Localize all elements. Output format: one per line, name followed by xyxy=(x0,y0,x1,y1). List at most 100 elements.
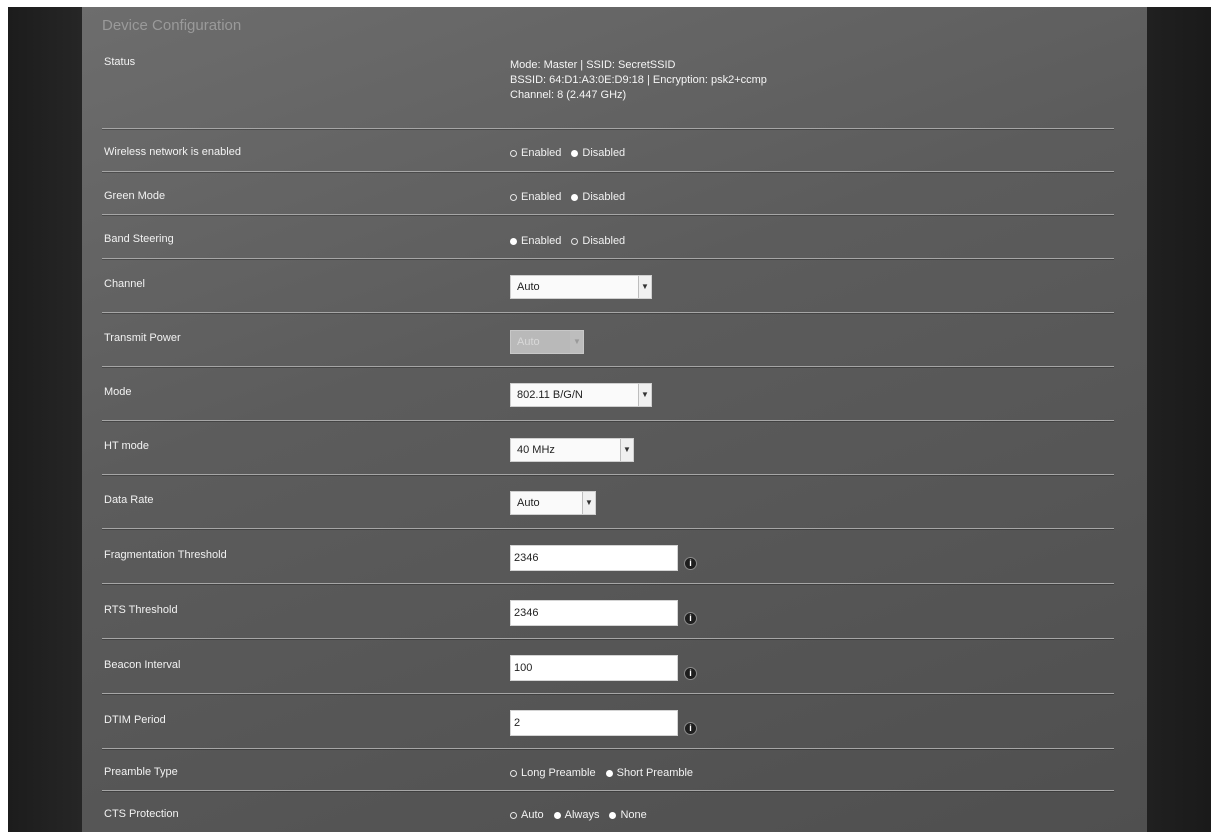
short-preamble-option[interactable]: Short Preamble xyxy=(605,767,694,779)
ht-mode-label: HT mode xyxy=(104,440,150,452)
beacon-interval-input[interactable]: 100 xyxy=(510,655,678,681)
status-row: Status Mode: Master | SSID: SecretSSID B… xyxy=(102,52,1114,129)
option-label: Long Preamble xyxy=(521,767,596,779)
info-icon[interactable]: i xyxy=(684,557,697,570)
wireless-enabled-row: Wireless network is enabled Enabled Disa… xyxy=(102,129,1114,172)
status-line-mode: Mode: Master | SSID: SecretSSID xyxy=(510,59,676,71)
data-rate-select[interactable]: Auto ▼ xyxy=(510,491,596,515)
right-margin xyxy=(1147,7,1211,832)
green-mode-label: Green Mode xyxy=(104,190,166,202)
cts-auto-option[interactable]: Auto xyxy=(510,809,544,821)
green-mode-enabled-option[interactable]: Enabled xyxy=(510,191,561,203)
long-preamble-option[interactable]: Long Preamble xyxy=(510,767,596,779)
channel-select[interactable]: Auto ▼ xyxy=(510,275,652,299)
mode-row: Mode 802.11 B/G/N ▼ xyxy=(102,367,1114,421)
mode-select-wrap: 802.11 B/G/N ▼ xyxy=(510,383,652,407)
mode-select-value: 802.11 B/G/N xyxy=(517,389,583,401)
green-mode-radio-group: Enabled Disabled xyxy=(510,191,625,203)
cts-none-option[interactable]: None xyxy=(609,809,647,821)
rts-threshold-label: RTS Threshold xyxy=(104,604,178,616)
chevron-down-icon[interactable]: ▼ xyxy=(638,384,651,406)
fragmentation-threshold-row: Fragmentation Threshold 2346 i xyxy=(102,529,1114,584)
band-steering-disabled-option[interactable]: Disabled xyxy=(571,235,625,247)
status-line-bssid: BSSID: 64:D1:A3:0E:D9:18 | Encryption: p… xyxy=(510,74,767,86)
rts-threshold-input[interactable]: 2346 xyxy=(510,600,678,626)
radio-unchecked[interactable] xyxy=(510,149,517,157)
device-configuration-panel: Device Configuration Status Mode: Master… xyxy=(82,7,1147,832)
green-mode-row: Green Mode Enabled Disabled xyxy=(102,172,1114,215)
ht-mode-select[interactable]: 40 MHz ▼ xyxy=(510,438,634,462)
data-rate-row: Data Rate Auto ▼ xyxy=(102,475,1114,529)
transmit-power-label: Transmit Power xyxy=(104,332,181,344)
chevron-down-icon[interactable]: ▼ xyxy=(582,492,595,514)
wireless-enabled-radio-group: Enabled Disabled xyxy=(510,147,625,159)
data-rate-label: Data Rate xyxy=(104,494,154,506)
wireless-disabled-option[interactable]: Disabled xyxy=(571,147,625,159)
radio-checked[interactable] xyxy=(571,149,579,157)
beacon-interval-label: Beacon Interval xyxy=(104,659,181,671)
option-label: Disabled xyxy=(582,147,626,159)
beacon-interval-input-wrap: 100 i xyxy=(510,655,697,681)
fragmentation-threshold-input[interactable]: 2346 xyxy=(510,545,678,571)
option-label: Auto xyxy=(521,809,544,821)
cts-protection-radio-group: Auto Always None xyxy=(510,809,647,821)
band-steering-label: Band Steering xyxy=(104,233,174,245)
left-margin xyxy=(8,7,82,832)
mode-label: Mode xyxy=(104,386,132,398)
data-rate-select-value: Auto xyxy=(517,497,540,509)
green-mode-disabled-option[interactable]: Disabled xyxy=(571,191,625,203)
option-label: Enabled xyxy=(521,235,562,247)
radio-unchecked[interactable] xyxy=(510,769,517,777)
option-label: Enabled xyxy=(521,147,562,159)
chevron-down-icon[interactable]: ▼ xyxy=(638,276,651,298)
preamble-type-label: Preamble Type xyxy=(104,766,178,778)
info-icon[interactable]: i xyxy=(684,667,697,680)
radio-unchecked[interactable] xyxy=(510,193,517,201)
chevron-down-icon[interactable]: ▼ xyxy=(620,439,633,461)
dtim-period-input[interactable]: 2 xyxy=(510,710,678,736)
radio-unchecked[interactable] xyxy=(571,237,579,245)
cts-protection-label: CTS Protection xyxy=(104,808,179,820)
cts-always-option[interactable]: Always xyxy=(553,809,600,821)
option-label: Always xyxy=(564,809,600,821)
radio-checked[interactable] xyxy=(609,811,617,819)
ht-mode-select-wrap: 40 MHz ▼ xyxy=(510,438,634,462)
dtim-period-row: DTIM Period 2 i xyxy=(102,694,1114,749)
cts-protection-row: CTS Protection Auto Always None xyxy=(102,791,1114,832)
transmit-power-row: Transmit Power Auto ▼ xyxy=(102,313,1114,367)
fragmentation-threshold-label: Fragmentation Threshold xyxy=(104,549,227,561)
band-steering-enabled-option[interactable]: Enabled xyxy=(510,235,561,247)
radio-checked[interactable] xyxy=(510,237,517,245)
option-label: Disabled xyxy=(582,191,626,203)
mode-select[interactable]: 802.11 B/G/N ▼ xyxy=(510,383,652,407)
band-steering-row: Band Steering Enabled Disabled xyxy=(102,215,1114,259)
status-info: Mode: Master | SSID: SecretSSID BSSID: 6… xyxy=(510,58,767,103)
radio-unchecked[interactable] xyxy=(510,811,517,819)
option-label: Short Preamble xyxy=(616,767,694,779)
radio-checked[interactable] xyxy=(571,193,579,201)
rts-threshold-input-wrap: 2346 i xyxy=(510,600,697,626)
beacon-interval-row: Beacon Interval 100 i xyxy=(102,639,1114,694)
preamble-type-row: Preamble Type Long Preamble Short Preamb… xyxy=(102,749,1114,791)
fragmentation-threshold-input-wrap: 2346 i xyxy=(510,545,697,571)
channel-label: Channel xyxy=(104,278,145,290)
status-label: Status xyxy=(104,56,136,68)
wireless-enabled-label: Wireless network is enabled xyxy=(104,146,241,158)
status-line-channel: Channel: 8 (2.447 GHz) xyxy=(510,89,627,101)
channel-select-wrap: Auto ▼ xyxy=(510,275,652,299)
preamble-type-radio-group: Long Preamble Short Preamble xyxy=(510,767,693,779)
radio-checked[interactable] xyxy=(553,811,561,819)
info-icon[interactable]: i xyxy=(684,722,697,735)
page-title: Device Configuration xyxy=(102,17,242,34)
channel-row: Channel Auto ▼ xyxy=(102,259,1114,313)
radio-checked[interactable] xyxy=(605,769,613,777)
transmit-power-select-wrap: Auto ▼ xyxy=(510,330,584,354)
chevron-down-icon[interactable]: ▼ xyxy=(570,331,583,353)
band-steering-radio-group: Enabled Disabled xyxy=(510,235,625,247)
option-label: None xyxy=(620,809,647,821)
wireless-enabled-option[interactable]: Enabled xyxy=(510,147,561,159)
ht-mode-row: HT mode 40 MHz ▼ xyxy=(102,421,1114,475)
channel-select-value: Auto xyxy=(517,281,540,293)
transmit-power-select[interactable]: Auto ▼ xyxy=(510,330,584,354)
info-icon[interactable]: i xyxy=(684,612,697,625)
